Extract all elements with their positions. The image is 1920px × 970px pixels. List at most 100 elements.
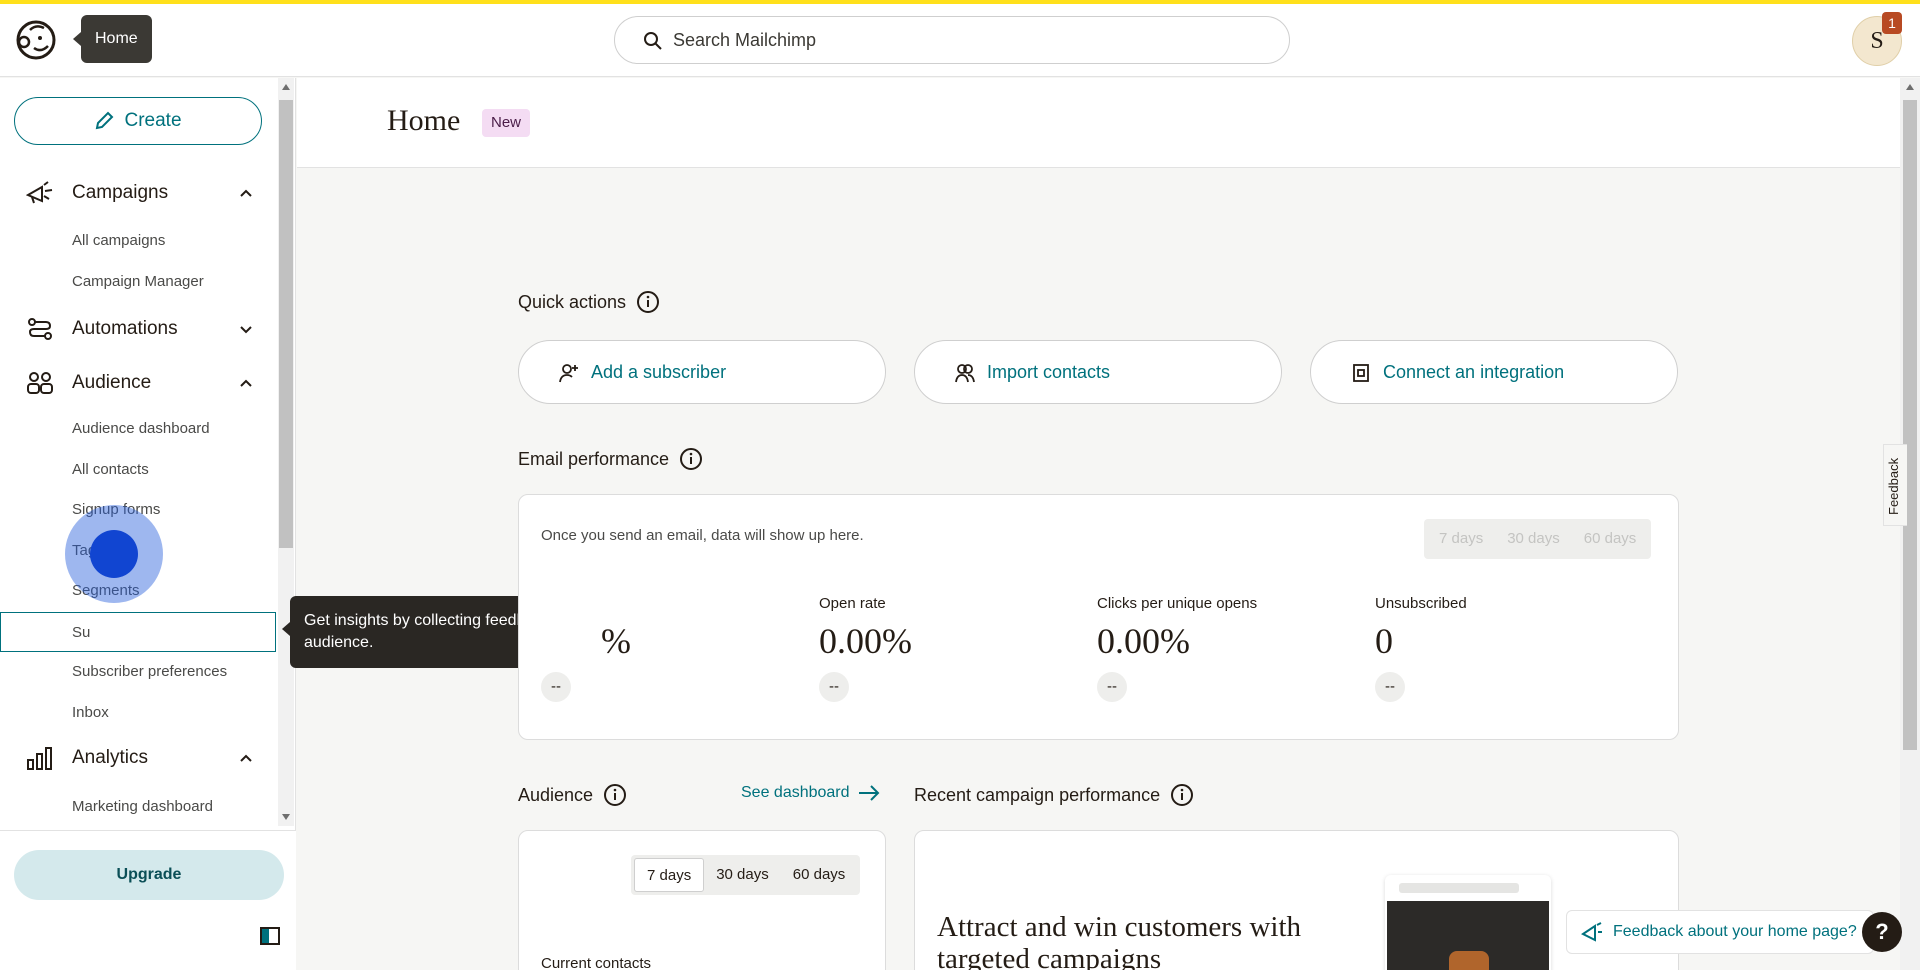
sidebar-item-all-contacts[interactable]: All contacts	[72, 461, 149, 478]
megaphone-icon	[26, 181, 53, 204]
create-label: Create	[124, 110, 182, 131]
search-box[interactable]	[614, 16, 1290, 64]
sidebar-item-analytics[interactable]: Analytics	[0, 738, 276, 778]
sidebar-item-automations[interactable]: Automations	[0, 309, 276, 349]
metric-label: Unsubscribed	[1375, 595, 1467, 612]
range-30-days[interactable]: 30 days	[704, 858, 781, 892]
see-dashboard-link[interactable]: See dashboard	[741, 784, 880, 802]
contacts-icon	[955, 364, 975, 383]
audience-title: Audience	[518, 784, 594, 805]
sidebar-item-label: Automations	[72, 318, 178, 339]
sidebar-footer: Upgrade	[0, 830, 296, 970]
metric-unsubscribed: Unsubscribed 0 --	[1375, 595, 1467, 702]
scroll-up-arrow-icon[interactable]	[282, 84, 290, 90]
sidebar-item-surveys[interactable]: Su	[0, 612, 276, 652]
megaphone-icon	[1581, 922, 1602, 942]
metric-label: Clicks per unique opens	[1097, 595, 1258, 612]
import-contacts-label: Import contacts	[987, 361, 1111, 382]
chevron-up-icon	[240, 189, 252, 197]
quick-actions-heading: Quick actions	[518, 290, 660, 314]
feedback-home-button[interactable]: Feedback about your home page?	[1566, 910, 1874, 954]
top-bar: Home S 1	[0, 4, 1920, 77]
recent-campaign-title: Recent campaign performance	[914, 784, 1161, 805]
sidebar-item-audience-dashboard[interactable]: Audience dashboard	[72, 420, 210, 437]
connect-integration-button[interactable]: Connect an integration	[1310, 340, 1678, 404]
metric-open-rate: Open rate 0.00% --	[819, 595, 912, 702]
connect-integration-label: Connect an integration	[1383, 361, 1565, 382]
info-icon[interactable]	[636, 290, 660, 314]
see-dashboard-label: See dashboard	[741, 784, 850, 801]
mailchimp-logo-icon[interactable]	[14, 18, 58, 62]
metric-delta: --	[541, 672, 571, 702]
info-icon[interactable]	[1170, 783, 1194, 807]
email-performance-card: Once you send an email, data will show u…	[518, 494, 1679, 740]
sidebar-item-subscriber-preferences[interactable]: Subscriber preferences	[72, 663, 227, 680]
metric-hidden: % --	[541, 595, 631, 702]
sidebar-item-label: Analytics	[72, 747, 149, 768]
quick-actions-title: Quick actions	[518, 291, 627, 312]
feedback-tab-label: Feedback	[1886, 457, 1901, 515]
sidebar-item-label: Campaigns	[72, 182, 169, 203]
feedback-home-label: Feedback about your home page?	[1613, 923, 1857, 940]
promo-image	[1385, 875, 1551, 970]
search-input[interactable]	[673, 17, 1253, 63]
add-person-icon	[559, 364, 578, 383]
metric-delta: --	[1375, 672, 1405, 702]
chevron-down-icon	[240, 326, 252, 334]
add-subscriber-button[interactable]: Add a subscriber	[518, 340, 886, 404]
recent-campaign-heading: Recent campaign performance	[914, 783, 1194, 807]
chevron-up-icon	[240, 754, 252, 762]
range-7-days[interactable]: 7 days	[634, 858, 705, 892]
audience-range-selector[interactable]: 7 days 30 days 60 days	[631, 855, 861, 895]
metric-delta: --	[819, 672, 849, 702]
scroll-down-arrow-icon[interactable]	[282, 814, 290, 820]
metric-clicks-per-unique-opens: Clicks per unique opens 0.00% --	[1097, 595, 1257, 702]
automation-icon	[28, 318, 52, 340]
page-header: Home New	[297, 78, 1900, 168]
range-30-days: 30 days	[1507, 530, 1560, 547]
promo-image-photo	[1387, 901, 1549, 970]
click-indicator-dot	[90, 530, 138, 578]
sidebar-item-label: Audience	[72, 372, 152, 393]
sidebar-item-audience[interactable]: Audience	[0, 363, 276, 403]
new-badge: New	[482, 109, 531, 137]
email-range-selector: 7 days 30 days 60 days	[1424, 519, 1652, 559]
metric-label: Open rate	[819, 595, 886, 612]
help-button[interactable]: ?	[1862, 912, 1902, 952]
range-7-days: 7 days	[1439, 530, 1484, 547]
range-60-days: 60 days	[1583, 530, 1637, 547]
sidebar-item-marketing-dashboard[interactable]: Marketing dashboard	[72, 798, 213, 815]
promo-image-header	[1399, 883, 1519, 893]
email-performance-heading: Email performance	[518, 447, 703, 471]
sidebar-item-label: Su	[72, 624, 91, 641]
main-scrollbar-thumb[interactable]	[1903, 100, 1917, 750]
sidebar-item-campaign-manager[interactable]: Campaign Manager	[72, 273, 204, 290]
promo-title: Attract and win customers with targeted …	[937, 911, 1302, 970]
email-performance-note: Once you send an email, data will show u…	[541, 527, 864, 544]
add-subscriber-label: Add a subscriber	[591, 361, 727, 382]
feedback-tab[interactable]: Feedback	[1883, 444, 1907, 526]
upgrade-button[interactable]: Upgrade	[14, 850, 284, 900]
current-contacts-label: Current contacts	[541, 955, 652, 970]
metric-value: 0.00%	[1097, 621, 1190, 661]
collapse-sidebar-icon[interactable]	[260, 927, 280, 945]
metric-value: 0	[1375, 621, 1393, 661]
arrow-right-icon	[858, 785, 879, 801]
integration-icon	[1353, 364, 1369, 382]
home-tooltip: Home	[73, 15, 152, 63]
info-icon[interactable]	[679, 447, 703, 471]
sidebar-scrollbar-thumb[interactable]	[279, 100, 293, 548]
chevron-up-icon	[240, 379, 252, 387]
sidebar-item-campaigns[interactable]: Campaigns	[0, 173, 276, 213]
info-icon[interactable]	[603, 783, 627, 807]
email-performance-title: Email performance	[518, 448, 670, 469]
create-button[interactable]: Create	[14, 97, 262, 145]
import-contacts-button[interactable]: Import contacts	[914, 340, 1282, 404]
scroll-up-arrow-icon[interactable]	[1906, 84, 1914, 90]
range-60-days[interactable]: 60 days	[781, 858, 858, 892]
notification-badge: 1	[1882, 12, 1902, 34]
metric-value: %	[601, 621, 631, 661]
sidebar-item-all-campaigns[interactable]: All campaigns	[72, 232, 165, 249]
sidebar-item-inbox[interactable]: Inbox	[72, 704, 109, 721]
audience-heading: Audience	[518, 783, 627, 807]
